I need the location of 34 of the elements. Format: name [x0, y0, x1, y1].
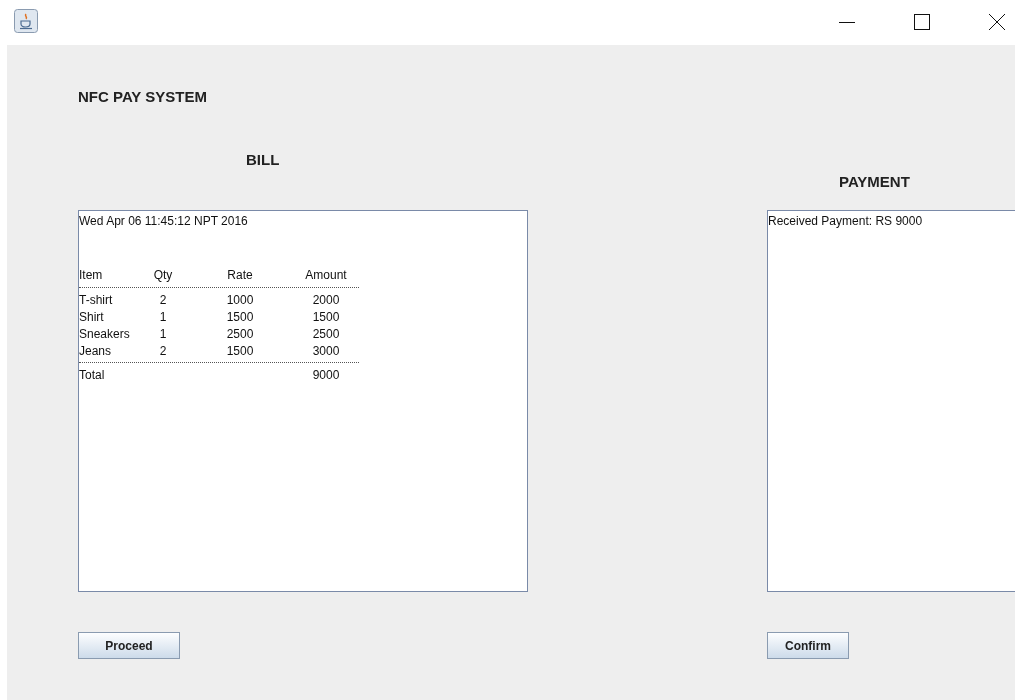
bill-text-area[interactable]: Wed Apr 06 11:45:12 NPT 2016 Item Qty Rate Amount T-shirt 2 1000 2000 Shirt 1 1500 1500 Sneakers 1 2500 2500 Jeans 2 1500 3000 Total 9000: [78, 210, 528, 592]
bill-cell-text: T-shirt: [79, 292, 114, 309]
close-icon[interactable]: [989, 14, 1005, 30]
column-header: Amount: [304, 267, 348, 284]
bill-cell-text: 1500: [311, 309, 341, 326]
bill-cell-text: Sneakers: [79, 326, 131, 343]
app-title: NFC PAY SYSTEM: [78, 88, 208, 107]
bill-cell-text: 2500: [311, 326, 341, 343]
java-cup-icon: [14, 9, 38, 33]
column-header: Qty: [152, 267, 174, 284]
column-header: Rate: [226, 267, 254, 284]
bill-cell-text: 1: [158, 326, 168, 343]
bill-cell-text: 1500: [225, 309, 255, 326]
maximize-icon[interactable]: [914, 14, 930, 30]
bill-heading: BILL: [246, 151, 281, 170]
bill-cell-text: 2000: [311, 292, 341, 309]
bill-cell-text: 2: [158, 292, 168, 309]
bill-cell-text: 1000: [225, 292, 255, 309]
column-header: Item: [79, 267, 104, 284]
total-label: Total: [79, 367, 106, 384]
confirm-button[interactable]: Confirm: [767, 632, 849, 659]
total-amount: 9000: [311, 367, 341, 384]
bill-cell-text: 3000: [311, 343, 341, 360]
bill-cell-text: Jeans: [79, 343, 113, 360]
payment-text-area[interactable]: Received Payment: RS 9000: [767, 210, 1015, 592]
payment-message: Received Payment: RS 9000: [768, 213, 924, 228]
payment-heading: PAYMENT: [839, 173, 911, 192]
bill-cell-text: 2500: [225, 326, 255, 343]
proceed-button[interactable]: Proceed: [78, 632, 180, 659]
bill-cell-text: 2: [158, 343, 168, 360]
bill-cell-text: 1: [158, 309, 168, 326]
bill-timestamp: Wed Apr 06 11:45:12 NPT 2016: [79, 213, 249, 228]
bill-cell-text: Shirt: [79, 309, 105, 326]
bill-cell-text: 1500: [225, 343, 255, 360]
